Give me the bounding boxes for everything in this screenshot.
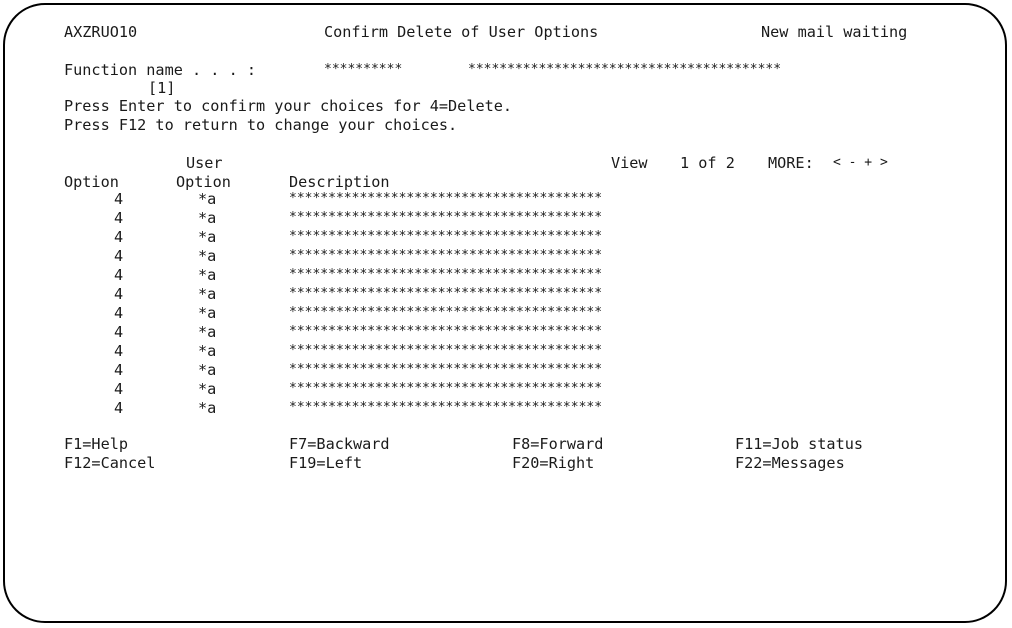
user-option-value: *a bbox=[198, 190, 217, 208]
user-option-value: *a bbox=[198, 304, 217, 322]
f20-right-key[interactable]: F20=Right bbox=[512, 455, 594, 471]
user-option-value: *a bbox=[198, 285, 217, 303]
column-header-option: Option bbox=[64, 173, 119, 191]
list-item: 4 *a ***********************************… bbox=[0, 210, 1012, 229]
program-id: AXZRUO10 bbox=[64, 23, 138, 41]
list-item: 4 *a ***********************************… bbox=[0, 343, 1012, 362]
option-input[interactable]: 4 bbox=[114, 229, 123, 245]
option-input[interactable]: 4 bbox=[114, 324, 123, 340]
user-option-value: *a bbox=[198, 342, 217, 360]
list-item: 4 *a ***********************************… bbox=[0, 248, 1012, 267]
list-item: 4 *a ***********************************… bbox=[0, 381, 1012, 400]
user-option-value: *a bbox=[198, 228, 217, 246]
more-scroll-controls[interactable]: < - + > bbox=[833, 155, 888, 171]
f22-messages-key[interactable]: F22=Messages bbox=[735, 455, 845, 471]
instruction-enter: Press Enter to confirm your choices for … bbox=[64, 97, 513, 115]
user-option-value: *a bbox=[198, 380, 217, 398]
column-header-description: Description bbox=[289, 173, 390, 191]
f1-help-key[interactable]: F1=Help bbox=[64, 436, 128, 452]
option-input[interactable]: 4 bbox=[114, 381, 123, 397]
description-value: **************************************** bbox=[289, 343, 603, 358]
f8-forward-key[interactable]: F8=Forward bbox=[512, 436, 603, 452]
f11-job-status-key[interactable]: F11=Job status bbox=[735, 436, 863, 452]
user-option-value: *a bbox=[198, 247, 217, 265]
list-item: 4 *a ***********************************… bbox=[0, 400, 1012, 419]
function-name-label: Function name . . . : bbox=[64, 61, 257, 79]
callout-marker: [1] bbox=[148, 79, 176, 97]
user-option-value: *a bbox=[198, 209, 217, 227]
column-header-user-option: Option bbox=[176, 173, 231, 191]
list-item: 4 *a ***********************************… bbox=[0, 305, 1012, 324]
f19-left-key[interactable]: F19=Left bbox=[289, 455, 362, 471]
option-input[interactable]: 4 bbox=[114, 400, 123, 416]
option-input[interactable]: 4 bbox=[114, 191, 123, 207]
option-input[interactable]: 4 bbox=[114, 248, 123, 264]
mail-status: New mail waiting bbox=[761, 23, 908, 41]
list-item: 4 *a ***********************************… bbox=[0, 229, 1012, 248]
user-option-value: *a bbox=[198, 399, 217, 417]
list-item: 4 *a ***********************************… bbox=[0, 191, 1012, 210]
user-option-value: *a bbox=[198, 361, 217, 379]
description-value: **************************************** bbox=[289, 229, 603, 244]
option-input[interactable]: 4 bbox=[114, 267, 123, 283]
description-value: **************************************** bbox=[289, 210, 603, 225]
view-page-indicator: 1 of 2 bbox=[680, 154, 735, 172]
user-option-value: *a bbox=[198, 323, 217, 341]
function-name-value: ********** bbox=[324, 62, 403, 77]
description-value: **************************************** bbox=[289, 381, 603, 396]
list-item: 4 *a ***********************************… bbox=[0, 267, 1012, 286]
f12-cancel-key[interactable]: F12=Cancel bbox=[64, 455, 155, 471]
list-item: 4 *a ***********************************… bbox=[0, 286, 1012, 305]
more-label: MORE: bbox=[768, 154, 814, 172]
option-input[interactable]: 4 bbox=[114, 286, 123, 302]
option-input[interactable]: 4 bbox=[114, 210, 123, 226]
description-value: **************************************** bbox=[289, 191, 603, 206]
list-item: 4 *a ***********************************… bbox=[0, 362, 1012, 381]
view-label: View bbox=[611, 154, 648, 172]
option-input[interactable]: 4 bbox=[114, 362, 123, 378]
list-item: 4 *a ***********************************… bbox=[0, 324, 1012, 343]
description-value: **************************************** bbox=[289, 324, 603, 339]
column-header-user: User bbox=[186, 154, 223, 172]
function-description-value: **************************************** bbox=[468, 62, 782, 77]
user-option-value: *a bbox=[198, 266, 217, 284]
description-value: **************************************** bbox=[289, 248, 603, 263]
terminal-screen: AXZRUO10 Confirm Delete of User Options … bbox=[0, 0, 1012, 628]
description-value: **************************************** bbox=[289, 267, 603, 282]
description-value: **************************************** bbox=[289, 362, 603, 377]
option-input[interactable]: 4 bbox=[114, 343, 123, 359]
f7-backward-key[interactable]: F7=Backward bbox=[289, 436, 390, 452]
description-value: **************************************** bbox=[289, 305, 603, 320]
instruction-f12: Press F12 to return to change your choic… bbox=[64, 116, 458, 134]
description-value: **************************************** bbox=[289, 400, 603, 415]
option-input[interactable]: 4 bbox=[114, 305, 123, 321]
screen-title: Confirm Delete of User Options bbox=[324, 23, 599, 41]
description-value: **************************************** bbox=[289, 286, 603, 301]
